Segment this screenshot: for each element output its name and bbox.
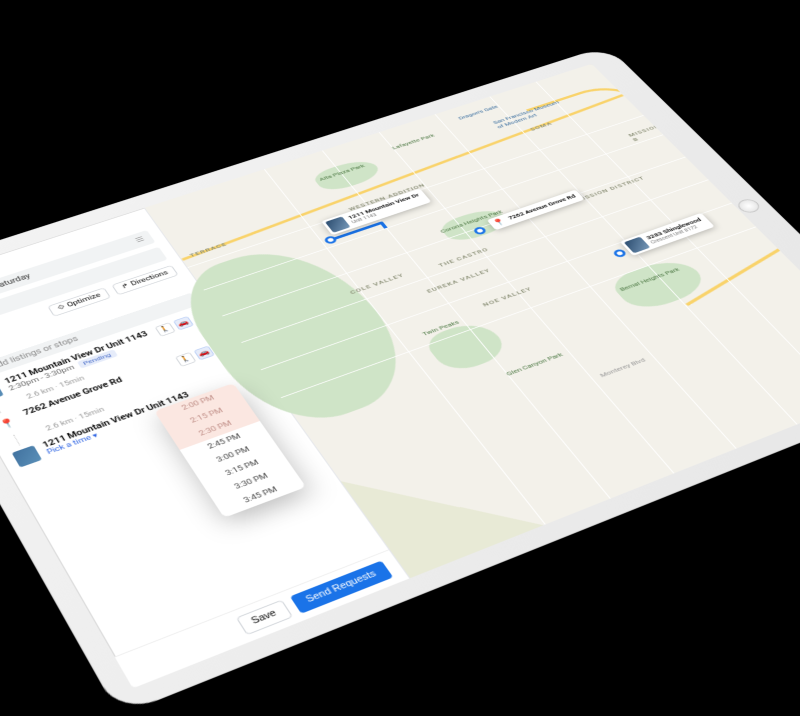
- optimize-icon: ⟐: [56, 304, 66, 312]
- marker-thumbnail: [325, 216, 351, 232]
- marker-thumbnail: [624, 237, 651, 254]
- drive-icon[interactable]: 🚗: [173, 316, 194, 330]
- walk-icon[interactable]: 🚶: [175, 352, 196, 367]
- walk-icon[interactable]: 🚶: [155, 322, 176, 336]
- listing-thumbnail: [12, 445, 42, 467]
- send-requests-button[interactable]: Send Requests: [289, 561, 393, 614]
- sidebar-footer: Save Send Requests: [115, 549, 410, 688]
- tablet-frame: ← Edit Tour Jane & Marcy Saturday ☰ Wed …: [0, 46, 800, 716]
- pin-icon: 📍: [491, 217, 508, 228]
- app-screen: ← Edit Tour Jane & Marcy Saturday ☰ Wed …: [0, 64, 800, 689]
- optimize-label: Optimize: [66, 292, 102, 309]
- edit-icon: ☰: [134, 236, 146, 245]
- save-button[interactable]: Save: [236, 600, 293, 636]
- pin-icon: 📍: [0, 413, 23, 435]
- directions-icon: ↱: [120, 283, 131, 291]
